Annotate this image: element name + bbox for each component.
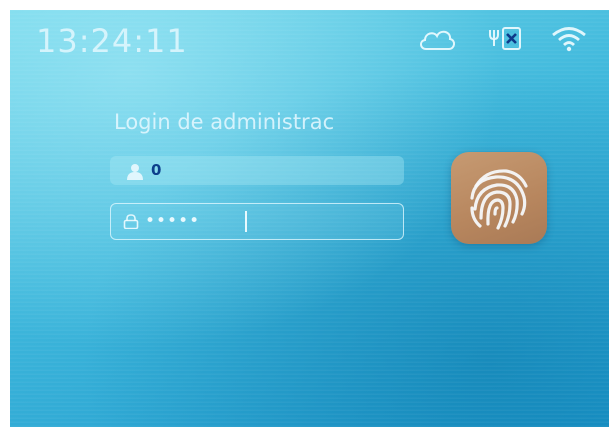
fingerprint-icon bbox=[470, 169, 528, 230]
network-disconnected-icon bbox=[489, 27, 521, 50]
login-title: Login de administrac bbox=[114, 110, 335, 134]
status-bar bbox=[417, 24, 597, 54]
clock: 13:24:11 bbox=[36, 22, 188, 60]
fingerprint-login-button[interactable] bbox=[451, 152, 547, 244]
user-id-field[interactable]: 0 bbox=[110, 156, 404, 185]
password-field[interactable]: ••••• bbox=[110, 203, 404, 240]
wifi-icon bbox=[552, 27, 586, 52]
device-screen: 13:24:11 Login de administrac 0 ••••• bbox=[10, 10, 609, 427]
password-mask: ••••• bbox=[145, 211, 201, 231]
user-id-value: 0 bbox=[151, 161, 162, 179]
text-caret bbox=[245, 211, 247, 232]
user-icon bbox=[127, 164, 143, 180]
cloud-icon bbox=[420, 30, 455, 50]
lock-icon bbox=[123, 214, 139, 229]
